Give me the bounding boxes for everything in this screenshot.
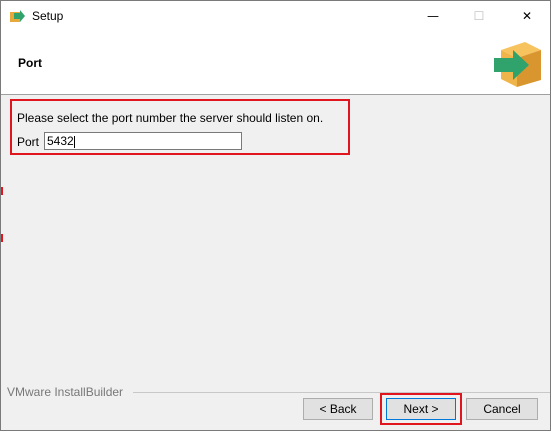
installer-box-arrow-icon	[494, 42, 541, 87]
maximize-button[interactable]: ☐	[456, 1, 502, 32]
edge-marker	[1, 187, 3, 195]
edge-marker	[1, 234, 3, 242]
page-header: Port	[1, 32, 550, 95]
port-label: Port	[17, 135, 40, 149]
close-button[interactable]: ✕	[504, 1, 550, 32]
title-bar[interactable]: Setup — ☐ ✕	[1, 1, 550, 32]
port-input-value: 5432	[47, 134, 74, 148]
installer-branding: VMware InstallBuilder	[7, 385, 124, 399]
next-button[interactable]: Next >	[386, 398, 456, 420]
window-title: Setup	[32, 9, 64, 23]
port-input[interactable]: 5432	[44, 132, 242, 150]
text-caret	[73, 135, 75, 148]
setup-app-icon	[10, 10, 25, 22]
back-button[interactable]: < Back	[303, 398, 373, 420]
cancel-button[interactable]: Cancel	[466, 398, 538, 420]
setup-window: Setup — ☐ ✕ Port Please select the port …	[0, 0, 551, 431]
page-title: Port	[18, 56, 42, 70]
minimize-button[interactable]: —	[410, 1, 456, 32]
footer-separator	[133, 392, 550, 393]
port-prompt-text: Please select the port number the server…	[17, 111, 324, 125]
